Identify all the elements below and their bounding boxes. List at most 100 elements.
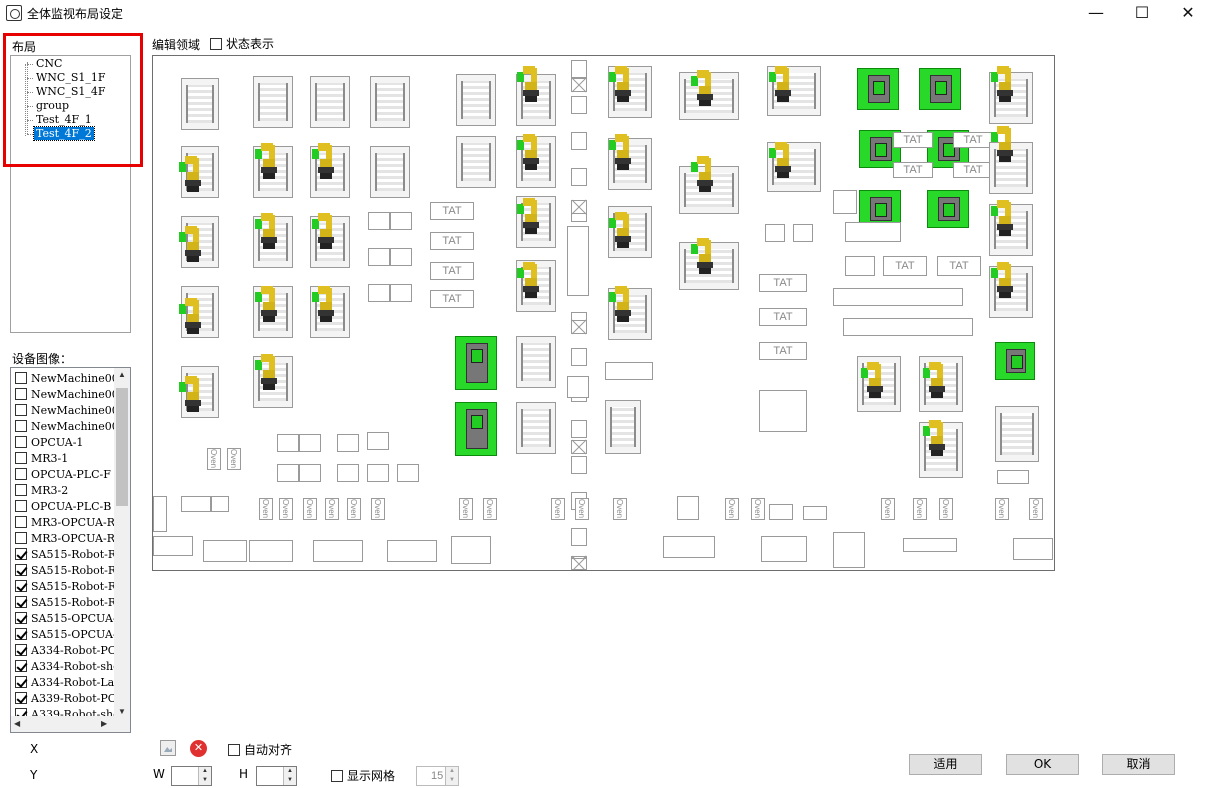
robot-icon[interactable]: [255, 352, 277, 392]
robot-icon[interactable]: [255, 141, 277, 181]
maximize-button[interactable]: ☐: [1119, 0, 1165, 26]
device-checkbox[interactable]: [15, 372, 27, 384]
oven-station[interactable]: Oven: [227, 448, 241, 470]
oven-station[interactable]: Oven: [613, 498, 627, 520]
device-list-item[interactable]: A334-Robot-PC1: [15, 643, 119, 659]
device-list-item[interactable]: OPCUA-PLC-F: [15, 467, 119, 483]
robot-icon[interactable]: [517, 64, 539, 104]
oven-station[interactable]: Oven: [207, 448, 221, 470]
station-block[interactable]: [181, 496, 211, 512]
green-machine[interactable]: [927, 190, 969, 228]
station-block[interactable]: [153, 496, 167, 532]
tat-station[interactable]: TAT: [893, 132, 933, 148]
device-list-item[interactable]: MR3-OPCUA-R: [15, 531, 119, 547]
station-block[interactable]: [567, 376, 589, 398]
robot-icon[interactable]: [769, 64, 791, 104]
apply-button[interactable]: 适用: [909, 754, 982, 775]
minimize-button[interactable]: —: [1073, 0, 1119, 26]
oven-station[interactable]: Oven: [303, 498, 317, 520]
machine-station[interactable]: [456, 74, 496, 126]
tat-station[interactable]: TAT: [893, 162, 933, 178]
station-block[interactable]: [845, 222, 901, 242]
station-block[interactable]: [571, 348, 587, 366]
device-list-item[interactable]: A334-Robot-she: [15, 659, 119, 675]
oven-station[interactable]: Oven: [939, 498, 953, 520]
device-list-item[interactable]: SA515-Robot-R1: [15, 563, 119, 579]
robot-icon[interactable]: [991, 124, 1013, 164]
station-block[interactable]: [451, 536, 491, 564]
tat-station[interactable]: TAT: [759, 342, 807, 360]
green-machine[interactable]: [919, 68, 961, 110]
image-icon[interactable]: [160, 740, 176, 756]
device-list-item[interactable]: OPCUA-1: [15, 435, 119, 451]
device-list-item[interactable]: SA515-Robot-R1: [15, 595, 119, 611]
station-block[interactable]: [571, 528, 587, 546]
oven-station[interactable]: Oven: [279, 498, 293, 520]
oven-station[interactable]: Oven: [881, 498, 895, 520]
cross-box[interactable]: [571, 440, 587, 454]
station-block[interactable]: [571, 96, 587, 114]
scroll-left-icon[interactable]: ◀: [14, 719, 20, 728]
station-block[interactable]: [997, 470, 1029, 484]
station-block[interactable]: [793, 224, 813, 242]
device-checkbox[interactable]: [15, 452, 27, 464]
station-block[interactable]: [249, 540, 293, 562]
robot-icon[interactable]: [923, 418, 945, 458]
ok-button[interactable]: OK: [1006, 754, 1079, 775]
tat-station[interactable]: TAT: [430, 262, 474, 280]
station-block[interactable]: [390, 284, 412, 302]
device-list-item[interactable]: OPCUA-PLC-B: [15, 499, 119, 515]
station-block[interactable]: [211, 496, 229, 512]
station-block[interactable]: [153, 536, 193, 556]
device-checkbox[interactable]: [15, 580, 27, 592]
robot-icon[interactable]: [991, 198, 1013, 238]
device-checkbox[interactable]: [15, 484, 27, 496]
device-checkbox[interactable]: [15, 436, 27, 448]
robot-icon[interactable]: [517, 132, 539, 172]
station-block[interactable]: [571, 456, 587, 474]
robot-icon[interactable]: [255, 284, 277, 324]
machine-station[interactable]: [516, 402, 556, 454]
device-list-item[interactable]: SA515-Robot-R1: [15, 579, 119, 595]
oven-station[interactable]: Oven: [259, 498, 273, 520]
tat-station[interactable]: TAT: [430, 232, 474, 250]
device-list-item[interactable]: A339-Robot-PC1: [15, 691, 119, 707]
robot-icon[interactable]: [769, 140, 791, 180]
station-block[interactable]: [299, 434, 321, 452]
oven-station[interactable]: Oven: [751, 498, 765, 520]
device-list-item[interactable]: MR3-2: [15, 483, 119, 499]
station-block[interactable]: [299, 464, 321, 482]
device-checkbox[interactable]: [15, 388, 27, 400]
auto-align-checkbox[interactable]: 自动对齐: [228, 741, 292, 758]
station-block[interactable]: [390, 248, 412, 266]
cross-box[interactable]: [571, 78, 587, 92]
close-button[interactable]: ✕: [1165, 0, 1210, 26]
station-block[interactable]: [677, 496, 699, 520]
tat-station[interactable]: TAT: [759, 308, 807, 326]
robot-icon[interactable]: [312, 284, 334, 324]
station-block[interactable]: [803, 506, 827, 520]
device-checkbox[interactable]: [15, 644, 27, 656]
station-block[interactable]: [571, 420, 587, 438]
oven-station[interactable]: Oven: [1029, 498, 1043, 520]
device-checkbox[interactable]: [15, 564, 27, 576]
device-list-item[interactable]: MR3-1: [15, 451, 119, 467]
robot-icon[interactable]: [517, 196, 539, 236]
tat-station[interactable]: TAT: [937, 256, 981, 276]
h-input[interactable]: ▲ ▼: [256, 766, 297, 786]
device-list-hscrollbar[interactable]: ◀ ▶: [11, 716, 130, 732]
device-list-item[interactable]: A334-Robot-Lab: [15, 675, 119, 691]
station-block[interactable]: [367, 464, 389, 482]
station-block[interactable]: [1013, 538, 1053, 560]
station-block[interactable]: [663, 536, 715, 558]
robot-icon[interactable]: [691, 236, 713, 276]
robot-icon[interactable]: [609, 64, 631, 104]
station-block[interactable]: [337, 464, 359, 482]
oven-station[interactable]: Oven: [913, 498, 927, 520]
device-checkbox[interactable]: [15, 532, 27, 544]
scroll-right-icon[interactable]: ▶: [101, 719, 107, 728]
robot-icon[interactable]: [312, 211, 334, 251]
device-checkbox[interactable]: [15, 660, 27, 672]
device-list-item[interactable]: NewMachine003: [15, 403, 119, 419]
station-block[interactable]: [845, 256, 875, 276]
